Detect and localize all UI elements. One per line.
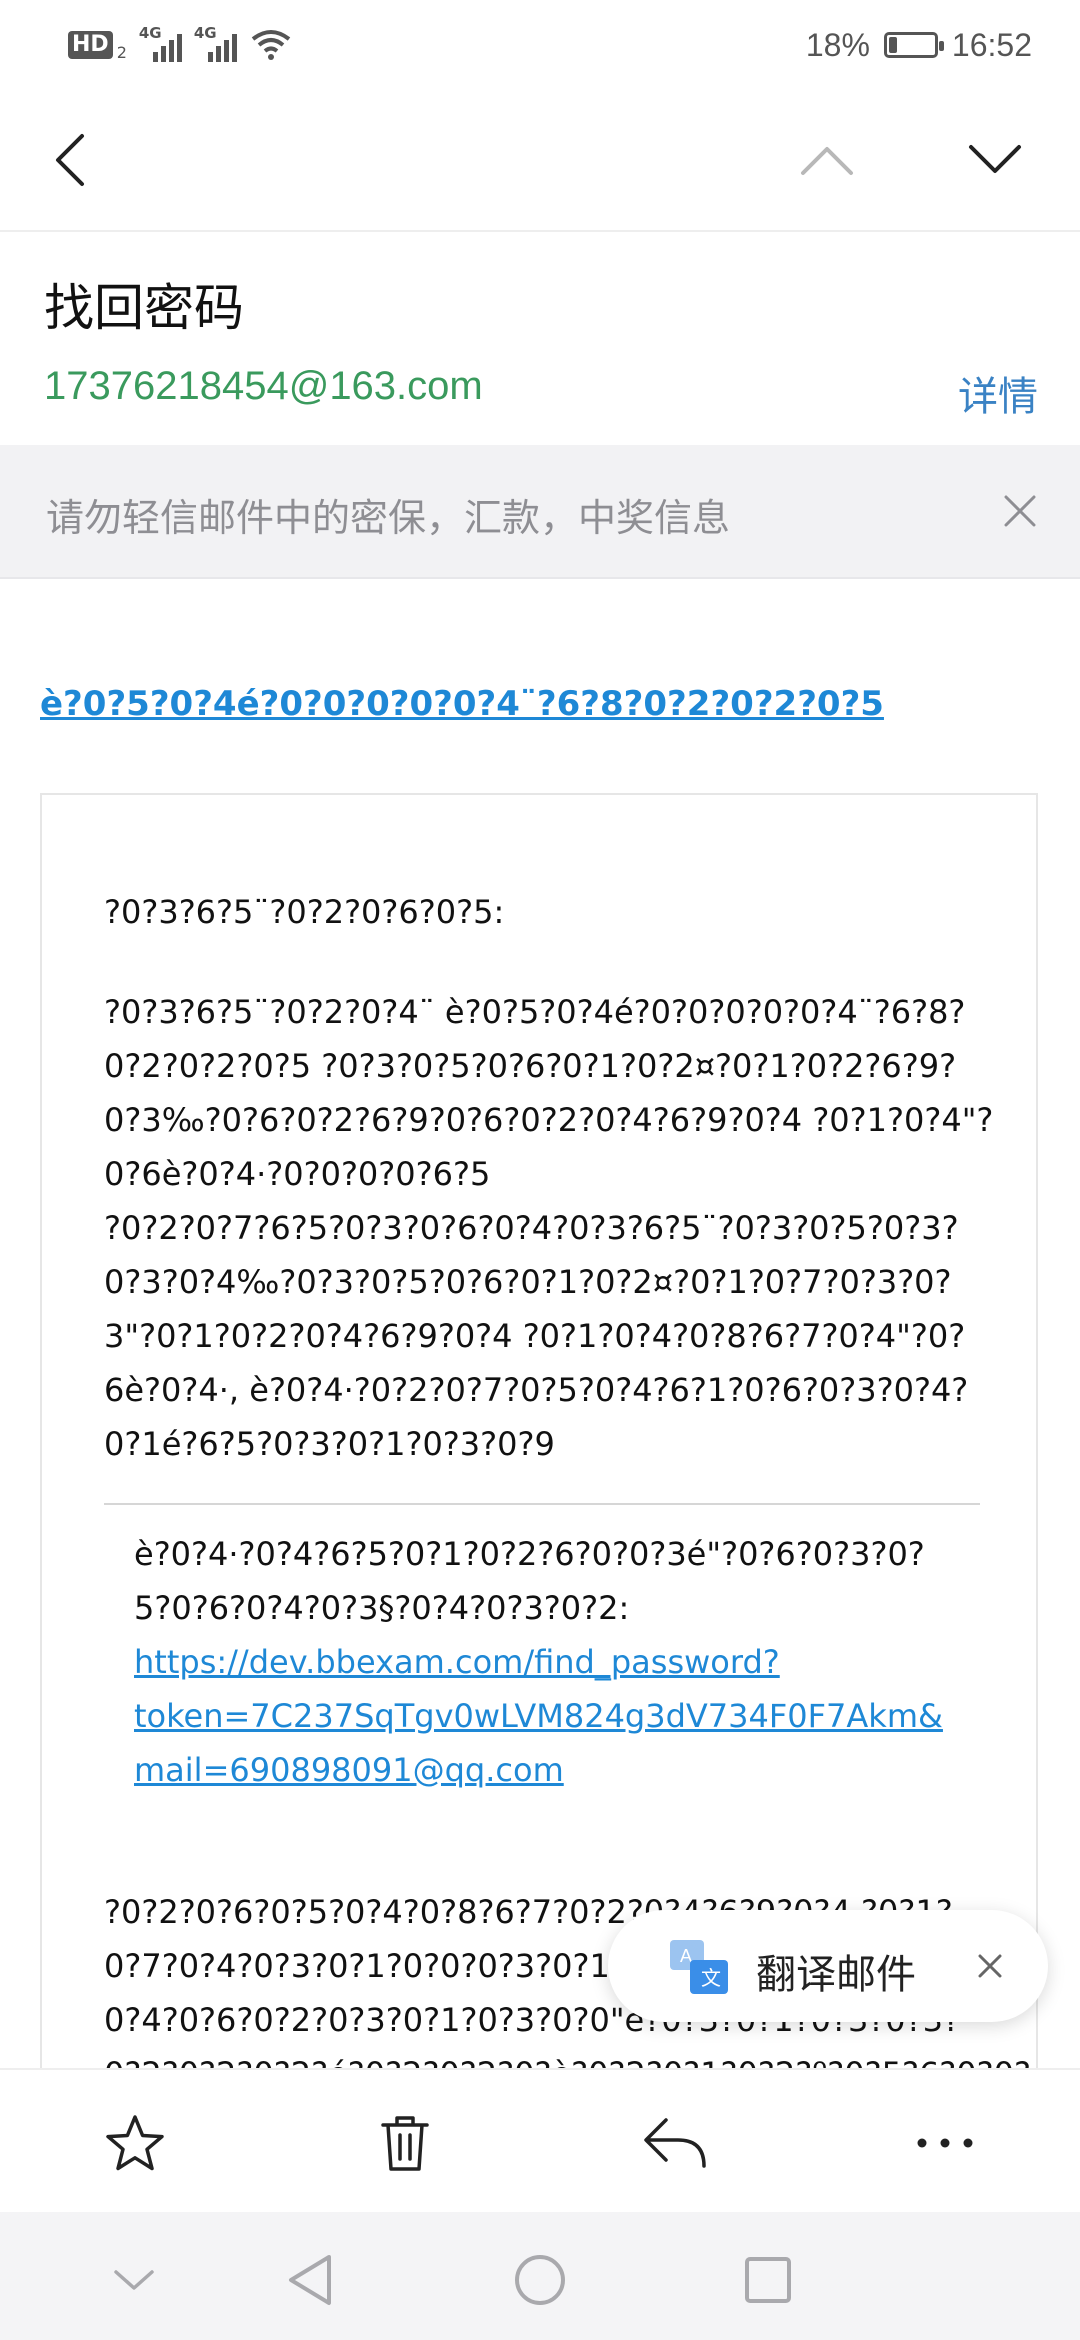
close-translate-button[interactable]: [974, 1950, 1006, 1982]
translate-email-pill[interactable]: A 文 翻译邮件: [608, 1910, 1048, 2022]
svg-text:文: 文: [701, 1966, 721, 1990]
email-nav-bar: [0, 90, 1080, 232]
back-triangle-icon: [289, 2255, 331, 2305]
translate-label: 翻译邮件: [756, 1952, 916, 1998]
body-line: 0?7?0?4?0?3?0?1?0?0?0?3?0?1: [104, 1947, 610, 1985]
next-email-button[interactable]: [960, 130, 1030, 190]
email-action-bar: [0, 2068, 1080, 2214]
wifi-icon: [251, 30, 291, 60]
warning-text: 请勿轻信邮件中的密保，汇款，中奖信息: [46, 496, 731, 540]
status-left-icons: HD 2 4G 4G: [68, 22, 291, 68]
translate-icon: A 文: [670, 1940, 728, 1994]
email-body-card: ?0?3?6?5¨?0?2?0?6?0?5: ?0?3?6?5¨?0?2?0?4…: [40, 793, 1038, 2093]
email-header-link[interactable]: è?0?5?0?4é?0?0?0?0?0?4¨?6?8?0?2?0?2?0?5: [40, 684, 884, 724]
security-warning-banner: 请勿轻信邮件中的密保，汇款，中奖信息: [0, 445, 1080, 579]
quote-line: è?0?4·?0?4?6?5?0?1?0?2?6?0?0?3é"?0?6?0?3…: [134, 1535, 925, 1573]
body-line: ?0?3?6?5¨?0?2?0?4¨ è?0?5?0?4é?0?0?0?0?0?…: [104, 993, 966, 1031]
body-line: 3"?0?1?0?2?0?4?6?9?0?4 ?0?1?0?4?0?8?6?7?…: [104, 1317, 966, 1355]
body-line: 6è?0?4·, è?0?4·?0?2?0?7?0?5?0?4?6?1?0?6?…: [104, 1371, 969, 1409]
reply-button[interactable]: [640, 2108, 710, 2178]
body-line: 0?6è?0?4·?0?0?0?0?6?5: [104, 1155, 491, 1193]
back-arrow-icon: [56, 134, 84, 186]
chevron-down-icon: [969, 145, 1021, 173]
reset-password-link[interactable]: https://dev.bbexam.com/find_password?: [134, 1643, 780, 1681]
signal-icon: 4G: [194, 24, 237, 62]
status-right: 18% 16:52: [806, 22, 1032, 68]
chevron-up-icon: [801, 147, 853, 175]
star-button[interactable]: [100, 2108, 170, 2178]
system-navigation-bar: [0, 2212, 1080, 2340]
home-circle-icon: [515, 2255, 565, 2305]
recents-square-icon: [745, 2257, 791, 2303]
body-line: 0?1é?6?5?0?3?0?1?0?3?0?9: [104, 1425, 555, 1463]
battery-icon: [883, 32, 944, 58]
reset-password-link[interactable]: token=7C237SqTgv0wLVM824g3dV734F0F7Akm&: [134, 1697, 943, 1735]
signal-label: 4G: [193, 24, 217, 42]
more-button[interactable]: [910, 2108, 980, 2178]
trash-icon: [381, 2116, 429, 2171]
reply-icon: [644, 2118, 706, 2168]
details-link[interactable]: 详情: [958, 364, 1038, 422]
back-button[interactable]: [40, 130, 100, 190]
signal-label: 4G: [138, 24, 162, 42]
battery-fill: [888, 37, 897, 53]
quote-divider: [104, 1503, 980, 1505]
body-line: 0?2?0?2?0?5 ?0?3?0?5?0?6?0?1?0?2¤?0?1?0?…: [104, 1047, 957, 1085]
previous-email-button[interactable]: [792, 130, 862, 190]
close-warning-button[interactable]: [994, 485, 1046, 537]
hide-nav-button[interactable]: [104, 2250, 164, 2310]
body-line: 0?3?0?4‰?0?3?0?5?0?6?0?1?0?2¤?0?1?0?7?0?…: [104, 1263, 952, 1301]
email-subject: 找回密码: [44, 279, 244, 337]
quote-line: 5?0?6?0?4?0?3§?0?4?0?3?0?2:: [134, 1589, 630, 1627]
close-icon: [978, 1954, 1002, 1978]
battery-percent: 18%: [805, 26, 870, 63]
reset-password-link[interactable]: mail=690898091@qq.com: [134, 1751, 564, 1789]
body-line: ?0?3?6?5¨?0?2?0?6?0?5:: [104, 893, 505, 931]
status-bar: HD 2 4G 4G 18% 16:52: [0, 0, 1080, 90]
close-icon: [1004, 495, 1036, 527]
hd-sub-indicator: 2: [116, 42, 127, 62]
body-line: 0?3‰?0?6?0?2?6?9?0?6?0?2?0?4?6?9?0?4 ?0?…: [104, 1101, 994, 1139]
nav-back-button[interactable]: [280, 2250, 340, 2310]
nav-recents-button[interactable]: [738, 2250, 798, 2310]
delete-button[interactable]: [370, 2108, 440, 2178]
body-line: ?0?2?0?7?6?5?0?3?0?6?0?4?0?3?6?5¨?0?3?0?…: [104, 1209, 959, 1247]
hd-indicator: HD: [68, 31, 113, 59]
sender-address[interactable]: 17376218454@163.com: [44, 364, 483, 409]
chevron-down-icon: [114, 2270, 154, 2290]
clock: 16:52: [951, 26, 1032, 63]
signal-icon: 4G: [139, 24, 182, 62]
nav-home-button[interactable]: [510, 2250, 570, 2310]
star-icon: [106, 2115, 164, 2171]
more-icon: [917, 2138, 973, 2148]
